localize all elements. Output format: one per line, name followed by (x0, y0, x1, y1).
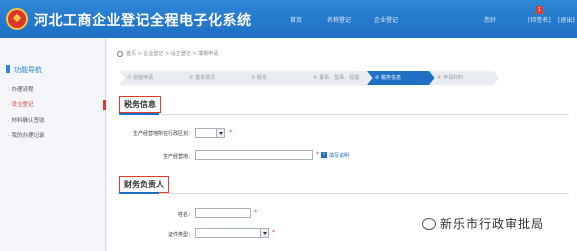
breadcrumb-text: 首页 > 企业登记 > 设立登记 > 填报申请 (126, 51, 219, 57)
sidebar-item-material-confirm[interactable]: · 材料确认签收 (0, 115, 106, 127)
pending-sign-link[interactable]: [待签名] (528, 15, 551, 24)
nav-enterprise-registration[interactable]: 企业登记 (374, 15, 398, 24)
emblem-logo (6, 8, 28, 30)
required-mark: * (254, 209, 257, 216)
required-mark: * (272, 229, 275, 236)
step-directors[interactable]: ④ 董事、监事、经理 (305, 71, 375, 85)
finance-section-title: 财务负责人 (119, 176, 169, 193)
address-label: 生产经营地： (162, 154, 193, 160)
wechat-icon (422, 217, 436, 230)
step-materials[interactable]: ⑥ 申请材料 (429, 71, 499, 85)
name-input[interactable] (195, 208, 251, 218)
chevron-down-icon (216, 129, 224, 137)
sidebar-item-my-records[interactable]: · 我的办理记录 (0, 130, 106, 142)
step-tax[interactable]: ⑤ 税务信息 (367, 71, 437, 85)
nav-home[interactable]: 首页 (290, 15, 302, 24)
location-icon (117, 50, 123, 57)
help-icon[interactable]: ? (321, 152, 327, 158)
tax-section-title: 税务信息 (119, 96, 161, 113)
sidebar-title: 功能导航 (14, 66, 42, 74)
sidebar: 功能导航 · 办理流程 · 设立登记 · 材料确认签收 · 我的办理记录 (0, 38, 106, 251)
app-header: 河北工商企业登记全程电子化系统 首页 名称登记 企业登记 您好 1 [待签名] … (0, 0, 577, 38)
notification-badge[interactable]: 1 (536, 6, 543, 14)
breadcrumb: 首页 > 企业登记 > 设立登记 > 填报申请 (117, 50, 218, 57)
user-greeting: 您好 (484, 17, 497, 24)
step-create[interactable]: ① 创建申请 (119, 71, 189, 85)
required-mark: * (316, 151, 319, 158)
required-mark: * (229, 129, 232, 136)
sidebar-bar-icon (6, 65, 10, 73)
id-type-select[interactable] (195, 228, 269, 238)
watermark: 新乐市行政审批局 (418, 213, 549, 237)
finance-section-divider (119, 192, 569, 194)
region-label: 生产经营地所在行政区划： (132, 131, 193, 137)
help-link[interactable]: 填写说明 (329, 152, 349, 159)
watermark-text: 新乐市行政审批局 (440, 217, 545, 231)
tax-section-divider (119, 113, 569, 115)
logout-link[interactable]: [退出] (558, 15, 575, 24)
sidebar-item-establishment[interactable]: · 设立登记 (0, 99, 106, 111)
address-input[interactable] (195, 150, 313, 160)
step-shareholder[interactable]: ③ 股东 (243, 71, 313, 85)
nav-name-registration[interactable]: 名称登记 (327, 15, 351, 24)
site-title: 河北工商企业登记全程电子化系统 (34, 13, 252, 29)
sidebar-item-process[interactable]: · 办理流程 (0, 84, 106, 96)
step-basic[interactable]: ② 基本情况 (181, 71, 251, 85)
chevron-down-icon (260, 229, 268, 237)
region-select[interactable] (195, 128, 225, 138)
sidebar-header: 功能导航 (0, 62, 106, 76)
name-label: 姓名： (177, 212, 193, 218)
id-type-label: 证件类型： (167, 232, 193, 238)
